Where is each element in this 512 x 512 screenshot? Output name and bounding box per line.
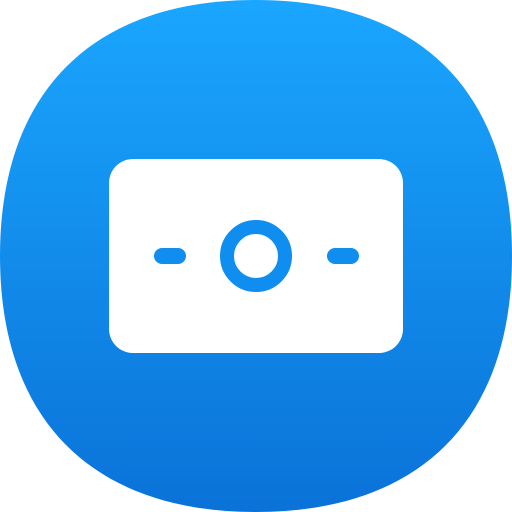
banknote-left-dash	[154, 248, 186, 264]
canvas	[0, 0, 512, 512]
banknote-icon	[109, 159, 403, 353]
app-icon-graphic	[0, 0, 512, 512]
money-app-icon[interactable]	[0, 0, 512, 512]
banknote-right-dash	[327, 248, 359, 264]
